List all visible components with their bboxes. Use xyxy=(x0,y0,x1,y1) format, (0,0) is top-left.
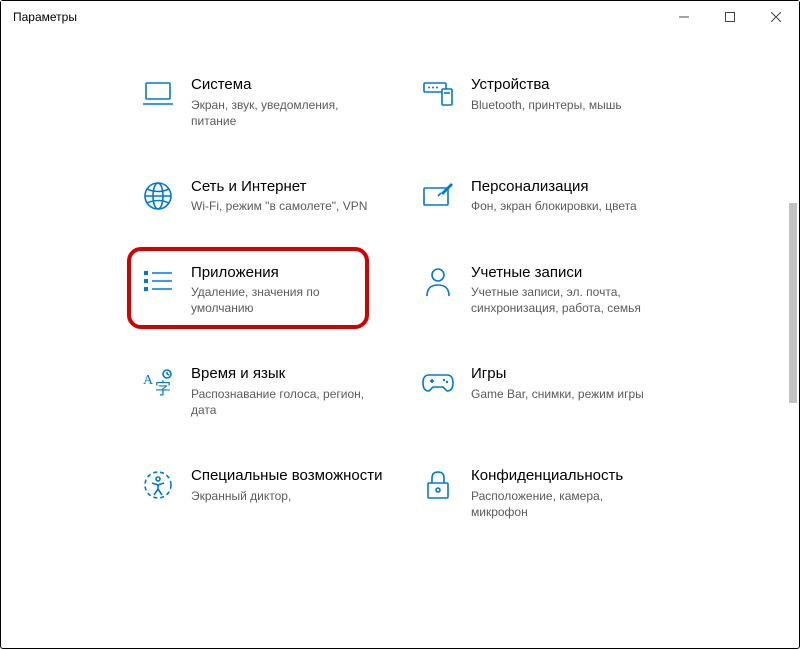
scrollbar-thumb[interactable] xyxy=(789,203,797,403)
item-desc: Распознавание голоса, регион, дата xyxy=(191,386,381,418)
item-desc: Bluetooth, принтеры, мышь xyxy=(471,97,661,113)
settings-item-time-language[interactable]: A 字 Время и язык Распознавание голоса, р… xyxy=(141,364,421,418)
lock-icon xyxy=(421,468,455,502)
settings-item-gaming[interactable]: Игры Game Bar, снимки, режим игры xyxy=(421,364,701,418)
settings-item-system[interactable]: Система Экран, звук, уведомления, питани… xyxy=(141,75,421,129)
item-title: Устройства xyxy=(471,75,701,95)
apps-list-icon xyxy=(141,265,175,299)
settings-item-apps[interactable]: Приложения Удаление, значения по умолчан… xyxy=(141,263,421,317)
language-icon: A 字 xyxy=(141,366,175,400)
item-title: Игры xyxy=(471,364,701,384)
svg-text:字: 字 xyxy=(155,380,171,398)
window-controls xyxy=(661,1,799,33)
item-desc: Фон, экран блокировки, цвета xyxy=(471,198,661,214)
item-desc: Учетные записи, эл. почта, синхронизация… xyxy=(471,284,661,316)
item-title: Персонализация xyxy=(471,177,701,197)
item-desc: Game Bar, снимки, режим игры xyxy=(471,386,661,402)
accessibility-icon xyxy=(141,468,175,502)
settings-grid: Система Экран, звук, уведомления, питани… xyxy=(1,33,799,520)
item-title: Время и язык xyxy=(191,364,421,384)
item-title: Конфиденциальность xyxy=(471,466,701,486)
window-title: Параметры xyxy=(13,10,661,24)
item-title: Сеть и Интернет xyxy=(191,177,421,197)
svg-text:A: A xyxy=(143,373,154,388)
paint-icon xyxy=(421,179,455,213)
item-title: Специальные возможности xyxy=(191,466,421,486)
globe-icon xyxy=(141,179,175,213)
settings-item-privacy[interactable]: Конфиденциальность Расположение, камера,… xyxy=(421,466,701,520)
content-area: Система Экран, звук, уведомления, питани… xyxy=(1,33,799,650)
minimize-button[interactable] xyxy=(661,1,707,33)
item-title: Учетные записи xyxy=(471,263,701,283)
item-desc: Wi-Fi, режим "в самолете", VPN xyxy=(191,198,381,214)
item-title: Система xyxy=(191,75,421,95)
item-title: Приложения xyxy=(191,263,421,283)
settings-item-network[interactable]: Сеть и Интернет Wi-Fi, режим "в самолете… xyxy=(141,177,421,215)
settings-item-accounts[interactable]: Учетные записи Учетные записи, эл. почта… xyxy=(421,263,701,317)
person-icon xyxy=(421,265,455,299)
laptop-icon xyxy=(141,77,175,111)
devices-icon xyxy=(421,77,455,111)
maximize-button[interactable] xyxy=(707,1,753,33)
settings-item-personalization[interactable]: Персонализация Фон, экран блокировки, цв… xyxy=(421,177,701,215)
close-button[interactable] xyxy=(753,1,799,33)
item-desc: Расположение, камера, микрофон xyxy=(471,488,661,520)
item-desc: Экран, звук, уведомления, питание xyxy=(191,97,381,129)
settings-item-devices[interactable]: Устройства Bluetooth, принтеры, мышь xyxy=(421,75,701,129)
title-bar: Параметры xyxy=(1,1,799,33)
settings-item-ease-of-access[interactable]: Специальные возможности Экранный диктор, xyxy=(141,466,421,520)
gamepad-icon xyxy=(421,366,455,400)
item-desc: Экранный диктор, xyxy=(191,488,381,504)
item-desc: Удаление, значения по умолчанию xyxy=(191,284,381,316)
